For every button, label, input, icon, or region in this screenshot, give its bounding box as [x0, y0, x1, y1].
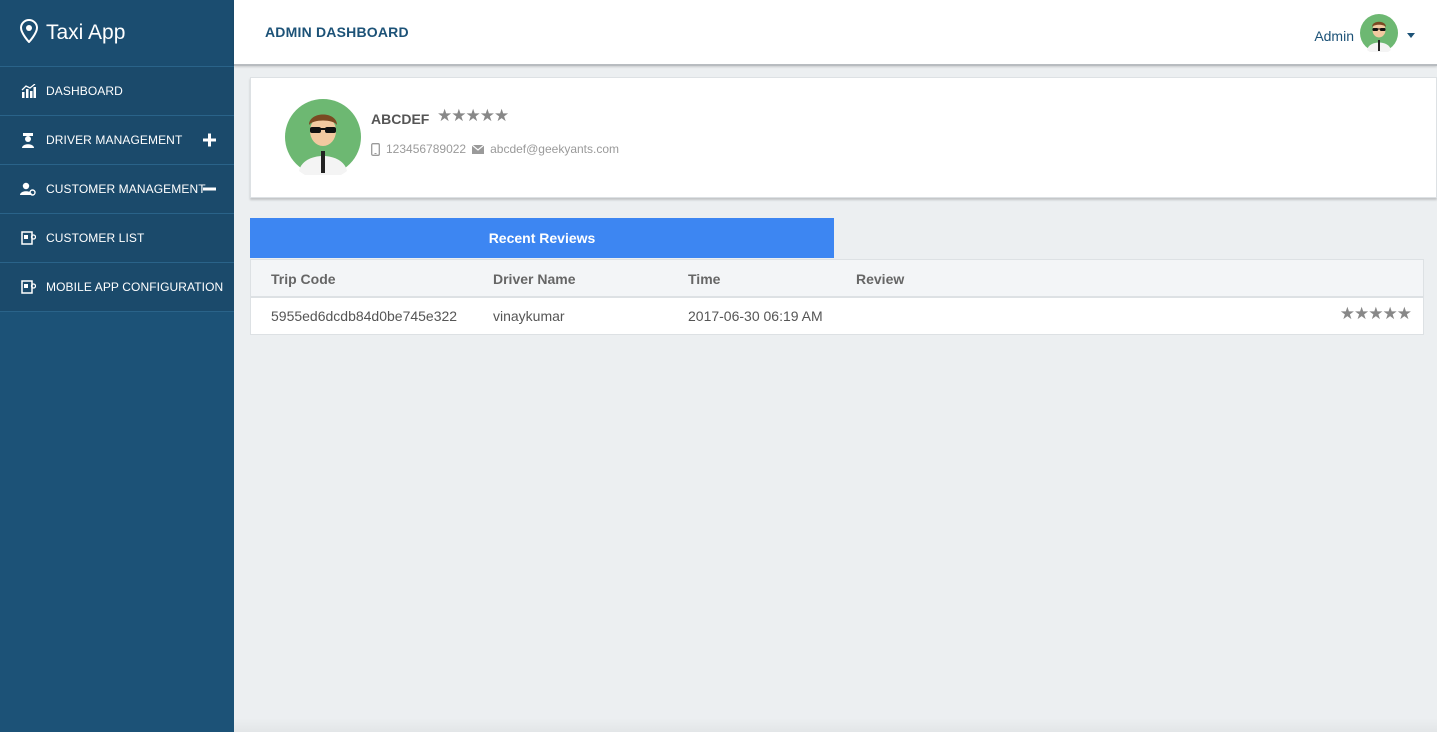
avatar-icon: [1360, 14, 1398, 57]
table-row[interactable]: 5955ed6dcdb84d0be745e322 vinaykumar 2017…: [251, 298, 1423, 334]
plus-icon[interactable]: [203, 133, 216, 147]
sidebar-item-label: CUSTOMER MANAGEMENT: [46, 182, 206, 196]
map-pin-icon: [19, 18, 46, 48]
top-header: ADMIN DASHBOARD Admin: [234, 0, 1437, 66]
review-stars-cell: ★★★★★: [1339, 304, 1412, 323]
chevron-down-icon[interactable]: [1407, 33, 1415, 38]
column-header-review[interactable]: Review: [856, 271, 904, 287]
sidebar: Taxi App DASHBOARD DRIVER MANAGEMENT CUS…: [0, 0, 234, 732]
time-cell: 2017-06-30 06:19 AM: [688, 308, 823, 324]
page-title: ADMIN DASHBOARD: [265, 24, 409, 40]
sidebar-item-customer-list[interactable]: CUSTOMER LIST: [0, 214, 234, 263]
mail-icon: [472, 144, 485, 154]
config-card-icon: [20, 279, 36, 295]
customer-profile-card: ABCDEF ★★★★★ 123456789022 abcdef@geekyan…: [250, 77, 1437, 198]
tab-recent-reviews[interactable]: Recent Reviews: [250, 218, 834, 258]
reviews-table: Trip Code Driver Name Time Review 5955ed…: [250, 259, 1424, 335]
sidebar-item-customer-management[interactable]: CUSTOMER MANAGEMENT: [0, 165, 234, 214]
customer-name: ABCDEF: [371, 111, 430, 127]
sidebar-nav: DASHBOARD DRIVER MANAGEMENT CUSTOMER MAN…: [0, 67, 234, 312]
driver-icon: [20, 132, 36, 148]
driver-name-cell: vinaykumar: [493, 308, 565, 324]
customer-rating-stars: ★★★★★: [437, 106, 509, 125]
sidebar-item-mobile-app-configuration[interactable]: MOBILE APP CONFIGURATION: [0, 263, 234, 312]
sidebar-item-label: DASHBOARD: [46, 84, 123, 98]
user-name: Admin: [1314, 27, 1354, 44]
column-header-driver-name[interactable]: Driver Name: [493, 271, 576, 287]
footer-shade: [234, 718, 1437, 732]
trip-code-cell: 5955ed6dcdb84d0be745e322: [271, 308, 458, 324]
minus-icon[interactable]: [203, 183, 216, 196]
phone-icon: [371, 142, 380, 156]
sidebar-item-driver-management[interactable]: DRIVER MANAGEMENT: [0, 116, 234, 165]
table-header: Trip Code Driver Name Time Review: [251, 260, 1423, 298]
bar-chart-icon: [20, 83, 36, 99]
list-card-icon: [20, 230, 36, 246]
app-title: Taxi App: [46, 21, 126, 44]
avatar: [285, 99, 361, 180]
customer-email: abcdef@geekyants.com: [490, 142, 620, 156]
column-header-trip-code[interactable]: Trip Code: [271, 271, 336, 287]
brand[interactable]: Taxi App: [0, 0, 234, 67]
user-gear-icon: [20, 181, 36, 197]
customer-contact: 123456789022 abcdef@geekyants.com: [371, 142, 619, 156]
sidebar-item-dashboard[interactable]: DASHBOARD: [0, 67, 234, 116]
user-menu[interactable]: Admin: [1314, 14, 1415, 57]
sidebar-item-label: DRIVER MANAGEMENT: [46, 133, 183, 147]
column-header-time[interactable]: Time: [688, 271, 720, 287]
sidebar-item-label: MOBILE APP CONFIGURATION: [46, 280, 224, 294]
sidebar-item-label: CUSTOMER LIST: [46, 231, 145, 245]
customer-phone: 123456789022: [386, 142, 467, 156]
